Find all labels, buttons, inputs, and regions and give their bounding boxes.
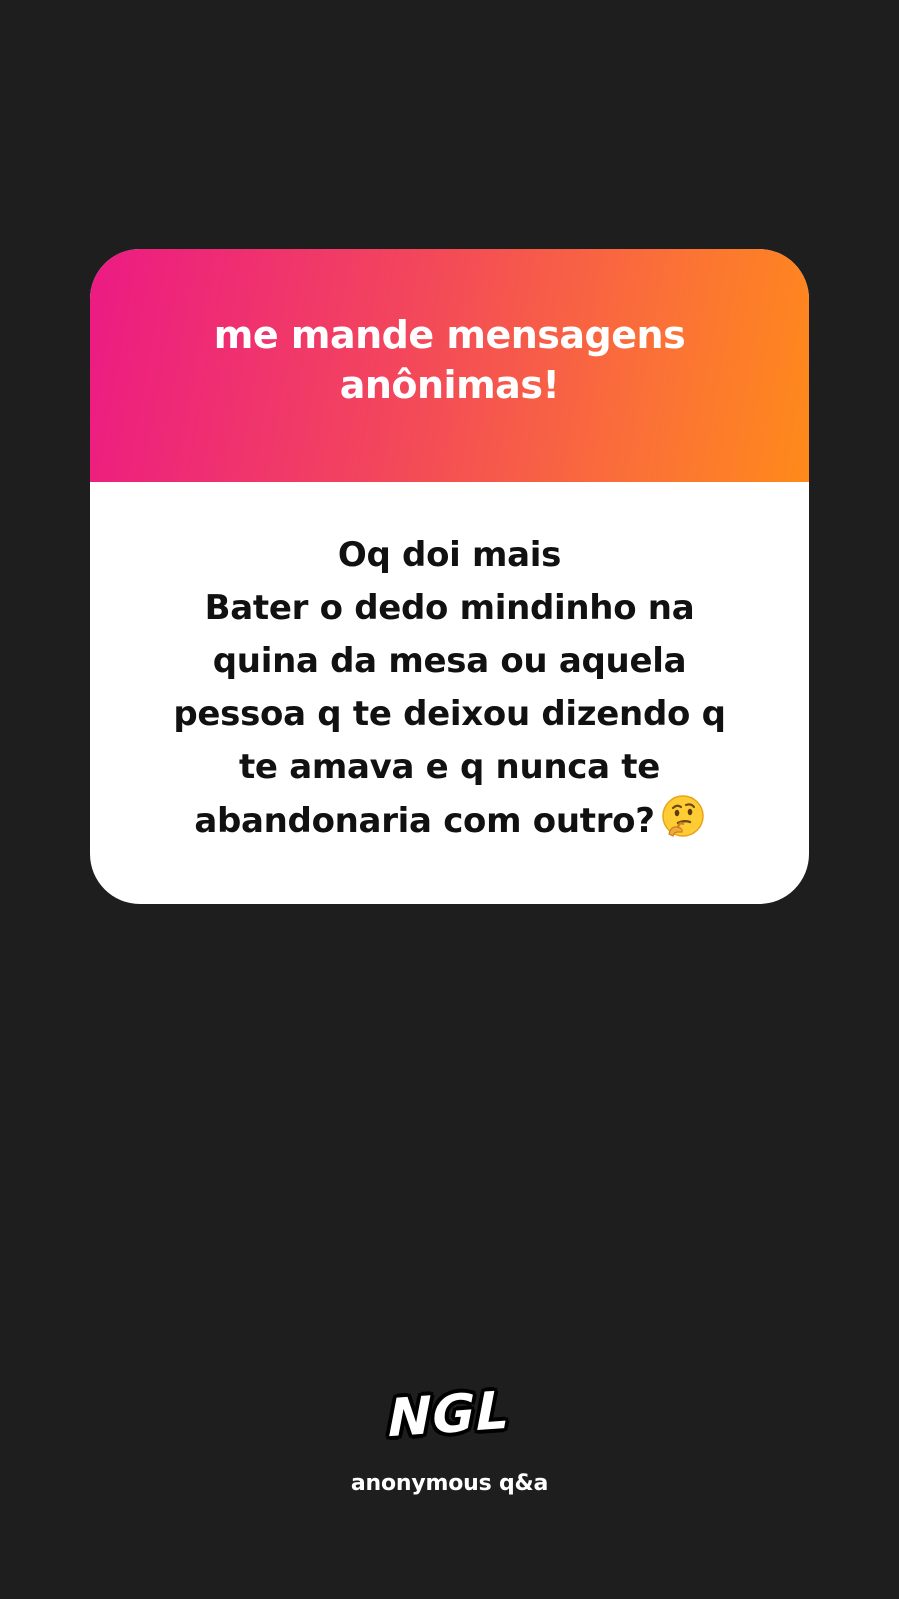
card-header: me mande mensagens anônimas!	[90, 249, 809, 482]
prompt-title: me mande mensagens anônimas!	[213, 312, 686, 407]
question-card: me mande mensagens anônimas! Oq doi mais…	[90, 249, 809, 904]
thinking-face-icon	[661, 794, 705, 854]
card-body: Oq doi mais Bater o dedo mindinho na qui…	[90, 482, 809, 904]
brand-footer: NGL anonymous q&a	[0, 1381, 899, 1496]
tagline: anonymous q&a	[350, 1471, 549, 1496]
ngl-logo: NGL	[388, 1380, 511, 1450]
message-text-wrapper: Oq doi mais Bater o dedo mindinho na qui…	[150, 529, 750, 854]
message-text: Oq doi mais Bater o dedo mindinho na qui…	[173, 534, 726, 841]
